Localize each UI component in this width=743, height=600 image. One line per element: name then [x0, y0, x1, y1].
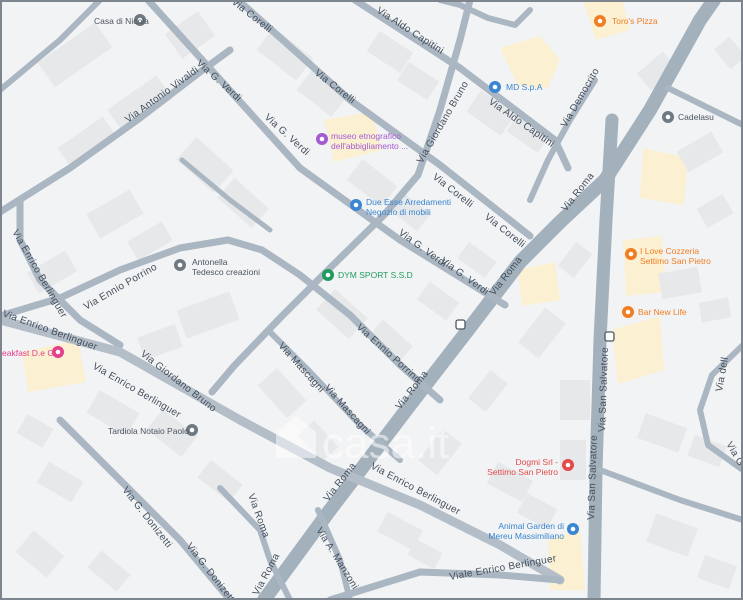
poi-sublabel: Tedesco creazioni: [192, 267, 260, 277]
poi-casa-di-nicola[interactable]: Casa di Nicola: [94, 14, 149, 26]
poi-sublabel: Mereu Massimiliano: [488, 531, 564, 541]
poi-sublabel: Settimo San Pietro: [487, 467, 558, 477]
poi-md-spa[interactable]: MD S.p.A: [489, 81, 543, 93]
bus-stop-icon[interactable]: [455, 319, 466, 330]
map-view[interactable]: Via Aldo Capitini Via Aldo Capitini Via …: [0, 0, 743, 600]
poi-icon-glyph: [55, 349, 61, 355]
bus-stop-icon[interactable]: [604, 331, 615, 342]
poi-label: Tardiola Notaio Paolo: [108, 426, 189, 436]
map-canvas[interactable]: Via Aldo Capitini Via Aldo Capitini Via …: [0, 0, 743, 600]
watermark-text: casa.it: [322, 419, 449, 468]
poi-icon-glyph: [325, 272, 331, 278]
poi-label: Due Esse Arredamenti: [366, 197, 451, 207]
poi-toros-pizza[interactable]: Toro's Pizza: [594, 15, 658, 27]
building-block: [560, 440, 586, 480]
poi-sublabel: Negozio di mobili: [366, 207, 431, 217]
poi-bar-new-life[interactable]: Bar New Life: [622, 306, 687, 318]
poi-icon-glyph: [177, 262, 183, 268]
poi-icon-glyph: [353, 202, 359, 208]
poi-icon-glyph: [625, 309, 631, 315]
poi-label: Animal Garden di: [498, 521, 564, 531]
poi-icon-glyph: [570, 526, 576, 532]
poi-sublabel: dell'abbigliamento ...: [331, 141, 408, 151]
poi-cadelasu[interactable]: Cadelasu: [662, 111, 714, 123]
poi-label: Bar New Life: [638, 307, 687, 317]
poi-label: Dogmi Srl -: [515, 457, 558, 467]
commercial-area: [623, 236, 666, 296]
poi-icon-glyph: [628, 251, 634, 257]
poi-breakfast[interactable]: eakfast D.e G: [2, 346, 64, 358]
poi-icon-glyph: [189, 427, 195, 433]
poi-icon-glyph: [319, 136, 325, 142]
poi-label: I Love Cozzeria: [640, 246, 699, 256]
poi-label: Casa di Nicola: [94, 16, 149, 26]
poi-label: MD S.p.A: [506, 82, 543, 92]
poi-label: Antonella: [192, 257, 228, 267]
poi-icon-glyph: [665, 114, 671, 120]
poi-label: DYM SPORT S.S.D: [338, 270, 413, 280]
building-block: [560, 380, 590, 420]
poi-icon-glyph: [597, 18, 603, 24]
poi-tardiola[interactable]: Tardiola Notaio Paolo: [108, 424, 198, 436]
poi-icon-glyph: [565, 462, 571, 468]
map-background: [0, 0, 743, 600]
poi-icon-glyph: [492, 84, 498, 90]
poi-label: museo etnografico: [331, 131, 401, 141]
poi-label: eakfast D.e G: [2, 348, 54, 358]
poi-sublabel: Settimo San Pietro: [640, 256, 711, 266]
poi-label: Toro's Pizza: [612, 16, 658, 26]
poi-label: Cadelasu: [678, 112, 714, 122]
